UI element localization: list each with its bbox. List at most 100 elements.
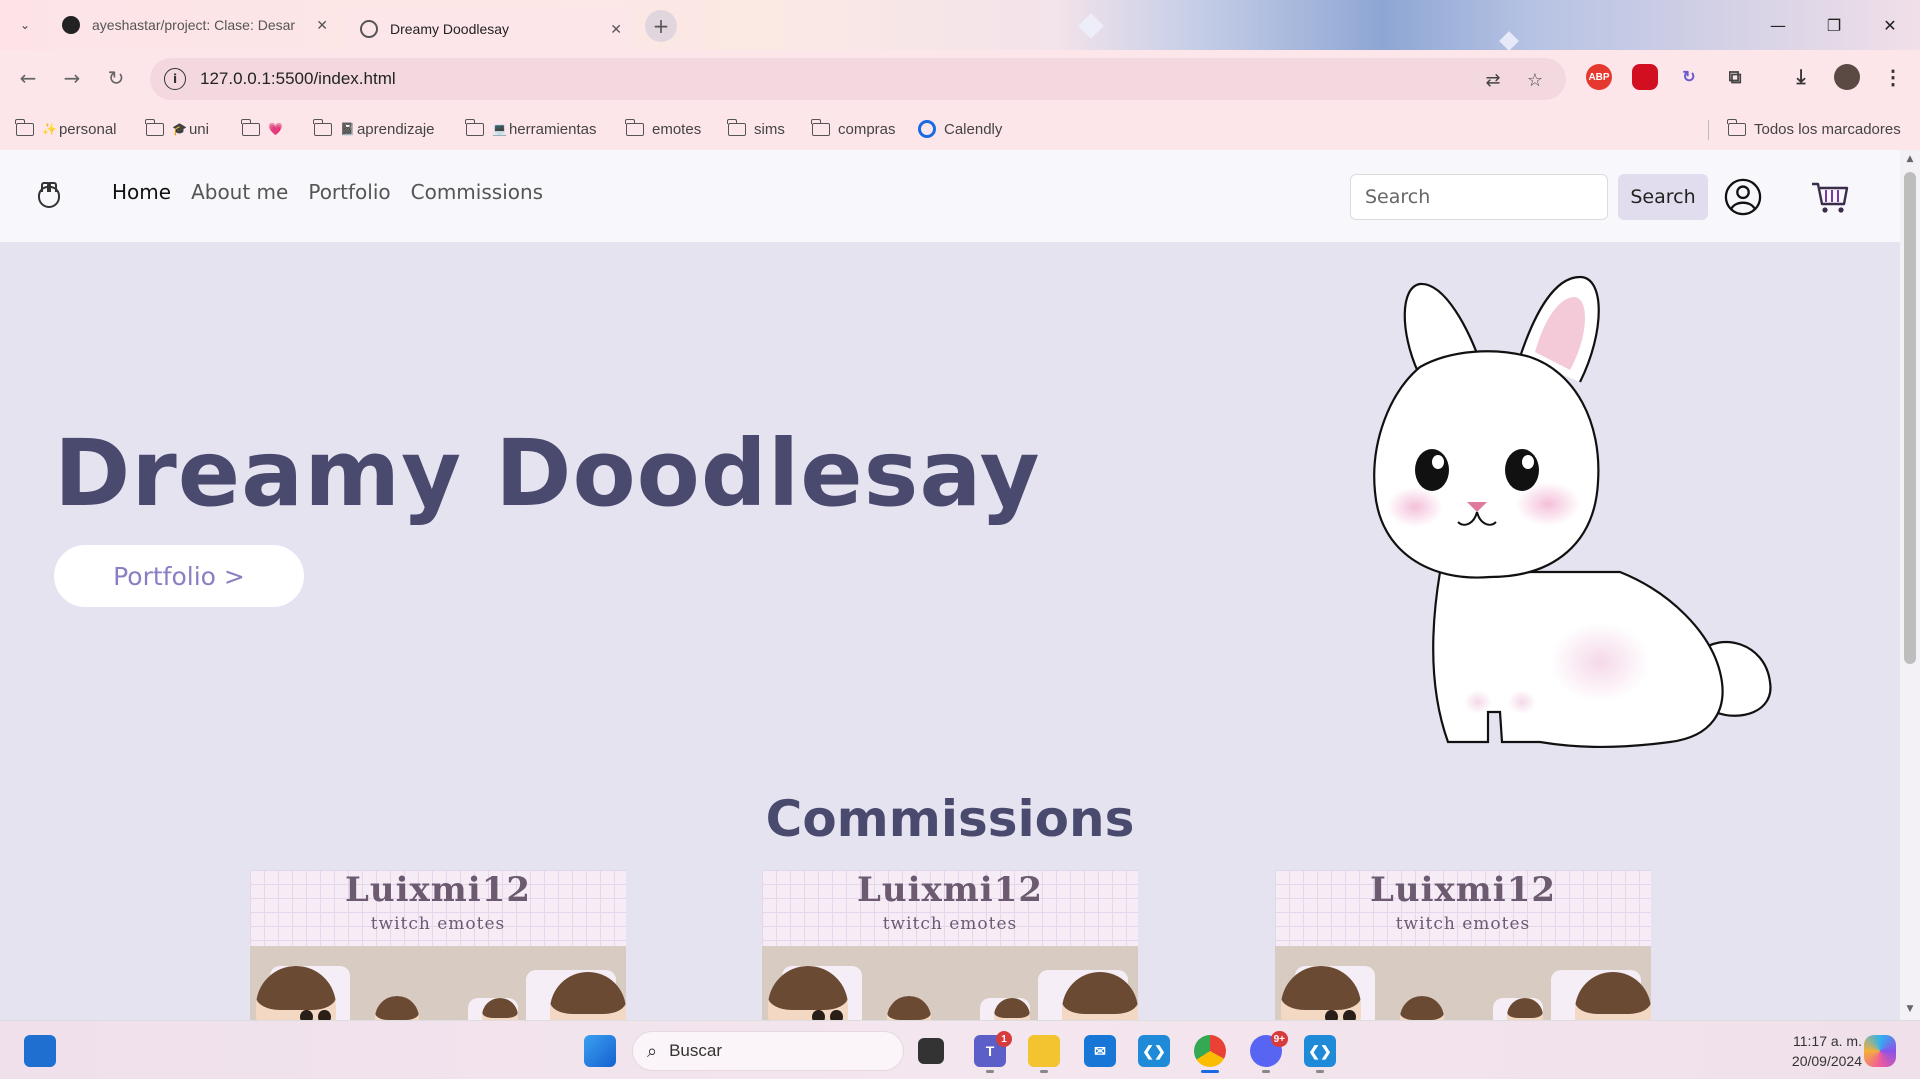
bookmark-emoji: 🎓 [172,122,187,136]
clock-date: 20/09/2024 [1791,1053,1862,1069]
nav-link-commissions[interactable]: Commissions [411,180,543,204]
tab-title: Dreamy Doodlesay [390,21,510,37]
sync-extension-icon[interactable]: ↻ [1676,64,1702,90]
web-page: Home About me Portfolio Commissions Sear… [0,150,1900,1020]
system-clock[interactable]: 11:17 a. m. 20/09/2024 [1752,1031,1862,1071]
vscode-icon[interactable]: ❮❯ [1138,1035,1170,1067]
bookmark-label: emotes [652,120,702,138]
close-icon[interactable]: ✕ [316,17,328,34]
bookmark-emoji: 📓 [340,122,355,136]
emote-preview-strip [1275,946,1651,1020]
windows-start-icon[interactable] [584,1035,616,1067]
card-title: Luixmi12 [856,870,1044,910]
reload-button[interactable]: ↻ [100,62,132,94]
menu-kebab-icon[interactable]: ⋮ [1880,64,1906,90]
copilot-icon[interactable] [1864,1035,1896,1067]
extensions-puzzle-icon[interactable]: ⧉ [1722,64,1748,90]
emote-face [994,998,1030,1020]
mail-icon[interactable]: ✉ [1084,1035,1116,1067]
commission-card[interactable]: Luixmi12 twitch emotes [1275,870,1651,1020]
nav-link-about[interactable]: About me [191,180,288,204]
bookmark-label: Calendly [944,120,1003,138]
commissions-heading: Commissions [765,790,1135,848]
file-explorer-icon[interactable] [1028,1035,1060,1073]
bookmark-folder-herramientas[interactable]: 💻 herramientas [465,116,597,142]
search-icon: ⌕ [647,1040,658,1061]
task-view-icon[interactable] [918,1038,944,1064]
bookmark-folder-compras[interactable]: compras [811,116,896,142]
portfolio-button[interactable]: Portfolio > [54,545,304,607]
bookmarks-divider [1708,120,1709,140]
ublock-icon[interactable] [1632,64,1658,90]
emote-face [887,996,931,1020]
forward-button[interactable]: → [56,62,88,94]
shopping-cart-icon[interactable] [1810,176,1850,216]
minimize-button[interactable]: — [1758,10,1798,40]
bookmark-folder-aprendizaje[interactable]: 📓 aprendizaje [313,116,435,142]
tab-search-button[interactable]: ⌄ [12,12,38,38]
folder-icon [727,118,746,136]
scroll-up-icon[interactable]: ▲ [1904,154,1916,166]
bunny-illustration [1373,275,1772,749]
bookmark-star-icon[interactable]: ☆ [1522,67,1548,93]
scroll-down-icon[interactable]: ▼ [1904,1004,1916,1016]
bookmark-label: sims [754,120,785,138]
folder-icon [625,118,644,136]
nav-links: Home About me Portfolio Commissions [112,180,543,204]
scrollbar-thumb[interactable] [1904,172,1916,664]
nav-link-portfolio[interactable]: Portfolio [308,180,390,204]
bookmarks-bar: ✨ personal 🎓 uni 💗 📓 aprendizaje 💻 herra… [0,108,1920,150]
search-button[interactable]: Search [1618,174,1708,220]
teams-icon[interactable]: T 1 [974,1031,1012,1073]
folder-icon [241,118,260,136]
bookmark-calendly[interactable]: Calendly [918,116,1002,142]
bookmark-emoji: ✨ [42,122,57,136]
theme-decoration [1078,13,1104,39]
emote-face [1062,972,1138,1020]
globe-icon [360,20,378,38]
address-bar[interactable]: i 127.0.0.1:5500/index.html ⇄ ☆ [150,58,1566,100]
clock-time: 11:17 a. m. [1792,1033,1862,1049]
back-button[interactable]: ← [12,62,44,94]
discord-icon[interactable]: 9+ [1250,1031,1288,1073]
bookmark-folder-emotes[interactable]: emotes [625,116,702,142]
profile-avatar[interactable] [1834,64,1860,90]
new-tab-button[interactable]: + [645,10,677,42]
emote-preview-strip [250,946,626,1020]
tab-dreamy-doodlesay[interactable]: Dreamy Doodlesay ✕ [348,8,634,50]
emote-face [1281,966,1361,1020]
bookmark-label: compras [838,120,896,138]
theme-decoration [1499,31,1519,51]
bookmark-folder-personal[interactable]: ✨ personal [15,116,117,142]
chrome-icon[interactable] [1194,1035,1226,1073]
commission-card[interactable]: Luixmi12 twitch emotes [762,870,1138,1020]
bookmark-label: aprendizaje [356,120,435,138]
widgets-icon[interactable] [24,1035,56,1067]
all-bookmarks-folder[interactable]: Todos los marcadores [1727,116,1901,142]
bookmark-label: personal [58,120,117,138]
close-icon[interactable]: ✕ [610,21,622,38]
taskbar-search-placeholder: Buscar [669,1041,723,1060]
download-icon[interactable]: ⤓ [1788,64,1814,90]
site-info-icon[interactable]: i [164,68,186,90]
nav-link-home[interactable]: Home [112,180,171,204]
tab-github[interactable]: ayeshastar/project: Clase: Desar ✕ [50,8,340,42]
adblock-icon[interactable]: ABP [1586,64,1612,90]
user-account-icon[interactable] [1724,178,1762,216]
brand-logo-icon[interactable] [38,182,60,208]
bookmark-folder-heart[interactable]: 💗 [241,116,285,142]
bookmark-folder-sims[interactable]: sims [727,116,785,142]
search-input[interactable] [1350,174,1608,220]
bookmark-folder-uni[interactable]: 🎓 uni [145,116,209,142]
close-window-button[interactable]: ✕ [1870,10,1910,40]
restore-button[interactable]: ❐ [1814,10,1854,40]
folder-icon [811,118,830,136]
vscode-icon[interactable]: ❮❯ [1304,1035,1336,1073]
commission-card[interactable]: Luixmi12 twitch emotes [250,870,626,1020]
windows-taskbar: ⌕ Buscar T 1 ✉ ❮❯ 9+ ❮❯ 11:17 a. m. 20/0… [0,1020,1920,1079]
translate-icon[interactable]: ⇄ [1480,67,1506,93]
taskbar-search[interactable]: ⌕ Buscar [632,1031,904,1071]
emote-face [1575,972,1651,1020]
emote-face [1507,998,1543,1020]
url-text[interactable]: 127.0.0.1:5500/index.html [200,69,396,89]
